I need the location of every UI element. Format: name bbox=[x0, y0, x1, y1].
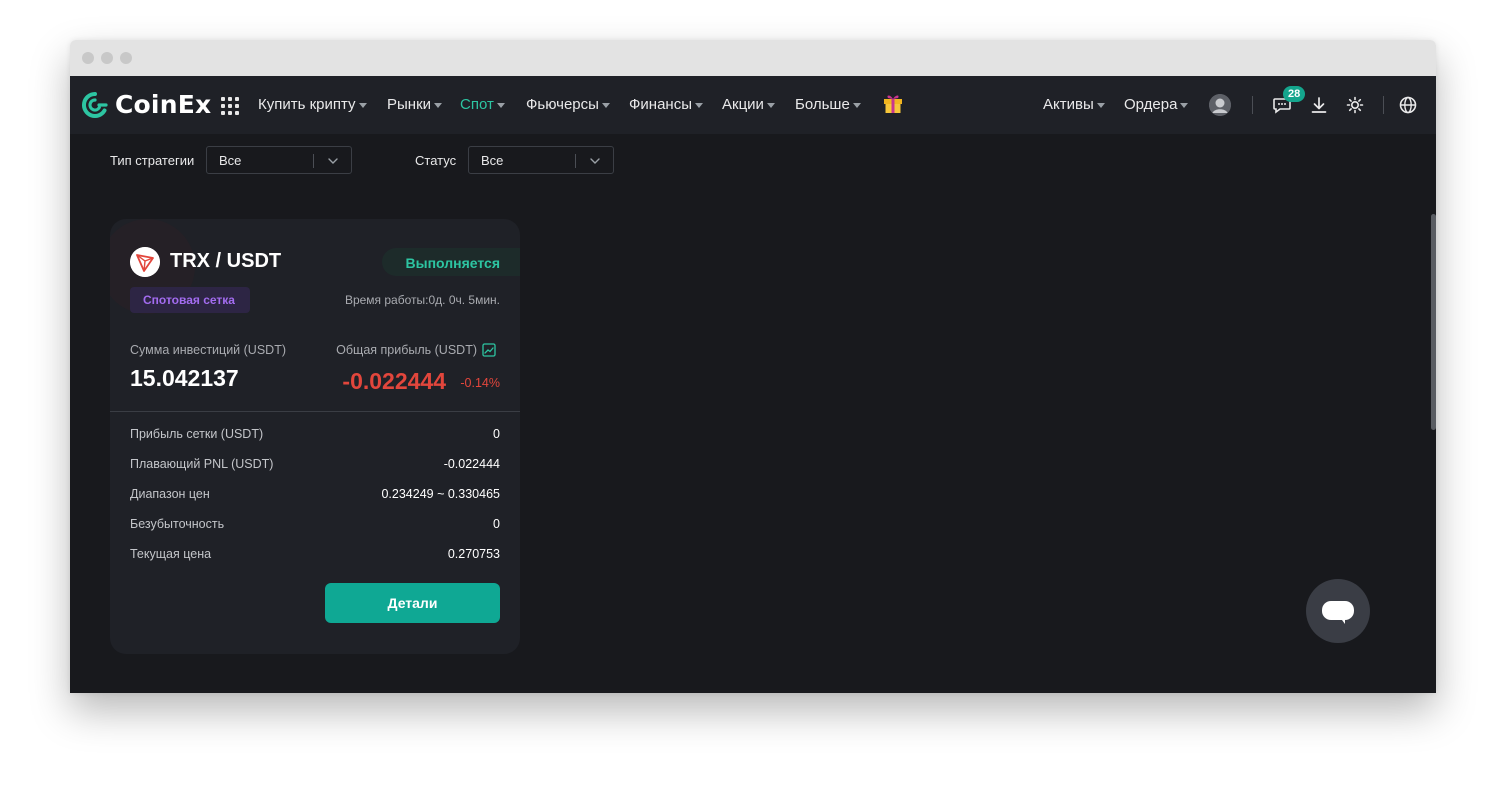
nav-divider bbox=[1252, 96, 1253, 114]
window-minimize-dot[interactable] bbox=[101, 52, 113, 64]
nav-more[interactable]: Больше bbox=[795, 96, 861, 113]
chat-bubble-tail bbox=[1339, 616, 1345, 624]
nav-markets[interactable]: Рынки bbox=[387, 96, 443, 113]
total-profit-label: Общая прибыль (USDT) bbox=[336, 343, 477, 357]
caret-down-icon bbox=[766, 102, 775, 108]
apps-grid-icon[interactable] bbox=[221, 97, 239, 115]
breakeven-label: Безубыточность bbox=[130, 517, 225, 531]
nav-divider bbox=[1383, 96, 1384, 114]
page-scrollbar[interactable] bbox=[1430, 134, 1436, 693]
window-close-dot[interactable] bbox=[82, 52, 94, 64]
strategy-tag-label: Спотовая сетка bbox=[143, 293, 235, 307]
coinex-logo-icon bbox=[82, 91, 108, 118]
strategy-type-value: Все bbox=[219, 153, 242, 168]
top-navbar: CoinEx Купить крипту Рынки Спот Фьючерсы… bbox=[70, 76, 1436, 134]
notification-badge: 28 bbox=[1283, 86, 1306, 102]
profit-chart-icon[interactable] bbox=[482, 343, 496, 357]
caret-down-icon bbox=[852, 102, 861, 108]
caret-down-icon bbox=[1096, 102, 1105, 108]
window-titlebar bbox=[70, 40, 1436, 76]
strategy-card: Выполняется TRX / USDT Спотовая сетка Вр… bbox=[110, 219, 520, 654]
download-icon[interactable] bbox=[1309, 95, 1329, 115]
caret-down-icon bbox=[434, 102, 443, 108]
status-badge: Выполняется bbox=[405, 255, 500, 271]
caret-down-icon bbox=[358, 102, 367, 108]
breakeven-value: 0 bbox=[493, 517, 500, 531]
user-avatar-icon bbox=[1209, 94, 1231, 116]
price-range-label: Диапазон цен bbox=[130, 487, 210, 501]
user-avatar[interactable] bbox=[1209, 94, 1231, 116]
status-select[interactable]: Все bbox=[468, 146, 614, 174]
grid-profit-label: Прибыль сетки (USDT) bbox=[130, 427, 264, 441]
nav-stocks[interactable]: Акции bbox=[722, 96, 775, 113]
app-root: CoinEx Купить крипту Рынки Спот Фьючерсы… bbox=[70, 76, 1436, 693]
details-button[interactable]: Детали bbox=[325, 583, 500, 623]
strategy-type-select[interactable]: Все bbox=[206, 146, 352, 174]
status-label: Статус bbox=[415, 153, 457, 168]
select-divider bbox=[575, 154, 576, 168]
current-price-value: 0.270753 bbox=[447, 547, 500, 561]
chevron-down-icon bbox=[328, 158, 338, 164]
nav-spot[interactable]: Спот bbox=[460, 96, 505, 113]
brand-logo[interactable]: CoinEx bbox=[81, 90, 211, 119]
caret-down-icon bbox=[496, 102, 505, 108]
caret-down-icon bbox=[694, 102, 703, 108]
floating-pnl-value: -0.022444 bbox=[443, 457, 500, 471]
nav-buy-crypto[interactable]: Купить крипту bbox=[258, 96, 367, 113]
caret-down-icon bbox=[1180, 102, 1189, 108]
language-globe-icon[interactable] bbox=[1398, 95, 1418, 115]
price-range-value: 0.234249 ~ 0.330465 bbox=[381, 487, 500, 501]
floating-pnl-label: Плавающий PNL (USDT) bbox=[130, 457, 274, 471]
scrollbar-thumb[interactable] bbox=[1431, 214, 1436, 430]
theme-sun-icon[interactable] bbox=[1345, 95, 1365, 115]
current-price-label: Текущая цена bbox=[130, 547, 212, 561]
caret-down-icon bbox=[601, 102, 610, 108]
trx-coin-icon bbox=[130, 247, 160, 277]
card-divider bbox=[110, 411, 520, 412]
select-divider bbox=[313, 154, 314, 168]
chevron-down-icon bbox=[590, 158, 600, 164]
nav-futures[interactable]: Фьючерсы bbox=[526, 96, 610, 113]
browser-window: CoinEx Купить крипту Рынки Спот Фьючерсы… bbox=[70, 40, 1436, 693]
runtime-text: Время работы:0д. 0ч. 5мин. bbox=[344, 293, 500, 307]
brand-name: CoinEx bbox=[115, 90, 212, 119]
nav-finance[interactable]: Финансы bbox=[629, 96, 703, 113]
chat-bubble-icon bbox=[1322, 601, 1354, 620]
grid-profit-value: 0 bbox=[493, 427, 500, 441]
investment-label: Сумма инвестиций (USDT) bbox=[130, 343, 286, 357]
total-profit-percent: -0.14% bbox=[460, 376, 500, 390]
trading-pair: TRX / USDT bbox=[170, 250, 282, 272]
total-profit-value: -0.022444 bbox=[342, 368, 446, 394]
strategy-type-label: Тип стратегии bbox=[110, 153, 195, 168]
gift-icon[interactable] bbox=[882, 92, 904, 114]
nav-assets[interactable]: Активы bbox=[1043, 96, 1105, 113]
status-value: Все bbox=[481, 153, 504, 168]
window-maximize-dot[interactable] bbox=[120, 52, 132, 64]
investment-value: 15.042137 bbox=[130, 365, 239, 391]
support-chat-button[interactable] bbox=[1306, 579, 1370, 643]
nav-orders[interactable]: Ордера bbox=[1124, 96, 1189, 113]
